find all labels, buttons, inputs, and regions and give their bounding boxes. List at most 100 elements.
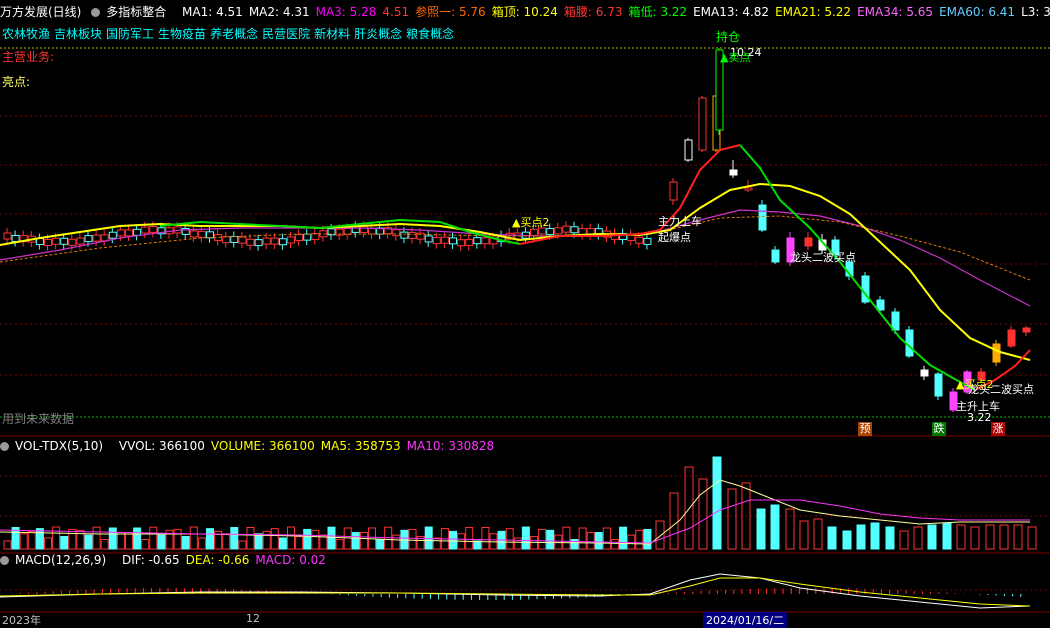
volume-bar bbox=[712, 456, 722, 550]
volume-bar bbox=[602, 527, 611, 550]
axis-year-label: 2023年 bbox=[2, 614, 41, 627]
candle-body bbox=[149, 225, 158, 233]
buy-point-2-text: 买点2 bbox=[520, 216, 550, 229]
axis-date-label[interactable]: 2024/01/16/二 bbox=[703, 612, 788, 628]
volume-bar bbox=[505, 528, 514, 550]
candle-body bbox=[133, 228, 142, 236]
volume-bar bbox=[246, 527, 255, 550]
vol-value-2: MA5: 358753 bbox=[320, 439, 401, 453]
hold-label: 持仓 bbox=[716, 30, 741, 44]
candle-body bbox=[141, 226, 150, 234]
low-price-label: 3.22 bbox=[967, 411, 992, 424]
volume-bar bbox=[311, 529, 320, 550]
candle-body bbox=[270, 237, 279, 245]
volume-bar bbox=[870, 522, 880, 550]
volume-bar bbox=[635, 529, 644, 550]
volume-bar bbox=[189, 526, 198, 550]
candle-body bbox=[359, 225, 368, 233]
dragon-second-wave-label: 龙头二波买点 bbox=[790, 251, 856, 264]
volume-bar bbox=[885, 526, 895, 550]
volume-bar bbox=[408, 528, 417, 550]
volume-bar bbox=[449, 530, 457, 550]
volume-bar bbox=[100, 538, 109, 550]
candle-body bbox=[554, 227, 563, 235]
volume-bar bbox=[108, 527, 117, 550]
volume-bar bbox=[35, 528, 44, 550]
candle-body bbox=[643, 237, 652, 245]
volume-bar bbox=[611, 538, 619, 550]
volume-bar bbox=[3, 540, 12, 550]
axis-month-label: 12 bbox=[246, 612, 260, 625]
volume-bar bbox=[222, 533, 231, 550]
volume-bar bbox=[1027, 526, 1037, 550]
candle-body bbox=[424, 235, 433, 243]
candle-body bbox=[197, 230, 206, 238]
vol-panel-header: VOL-TDX(5,10) VVOL: 366100 VOLUME: 366100… bbox=[0, 438, 506, 454]
candle-body bbox=[1007, 329, 1016, 347]
volume-bar bbox=[827, 526, 837, 550]
volume-bar bbox=[392, 534, 401, 550]
volume-bar bbox=[335, 539, 344, 550]
volume-bar bbox=[473, 540, 482, 550]
main-chart[interactable] bbox=[0, 0, 1050, 621]
candle-body bbox=[449, 237, 457, 245]
macd-panel-name: MACD(12,26,9) bbox=[15, 553, 107, 567]
macd-dif-line bbox=[0, 573, 1031, 609]
volume-bar bbox=[570, 539, 579, 550]
candle-body bbox=[876, 299, 885, 311]
candle-body bbox=[530, 228, 538, 236]
candle-body bbox=[295, 233, 304, 241]
volume-bar bbox=[27, 530, 36, 550]
candle-body bbox=[303, 233, 312, 241]
volume-bar bbox=[554, 534, 563, 550]
volume-bar bbox=[270, 528, 279, 550]
vol-value-3: MA10: 330828 bbox=[406, 439, 495, 453]
volume-bar bbox=[278, 537, 287, 550]
candle-body bbox=[934, 373, 943, 397]
vol-values: VVOL: 366100 VOLUME: 366100 MA5: 358753 MA1… bbox=[119, 439, 500, 453]
macd-value-0: DIF: -0.65 bbox=[121, 553, 180, 567]
candle-body bbox=[262, 237, 271, 245]
volume-bar bbox=[432, 537, 441, 550]
candle-body bbox=[698, 97, 707, 151]
volume-bar bbox=[927, 524, 937, 550]
buy-point-2-label: ▲买点2 bbox=[512, 214, 549, 230]
volume-bar bbox=[538, 528, 547, 550]
volume-bar bbox=[899, 530, 909, 550]
volume-bar bbox=[698, 478, 708, 550]
volume-bar bbox=[956, 524, 966, 550]
volume-bar bbox=[655, 520, 665, 550]
candle-body bbox=[254, 239, 263, 247]
volume-bar bbox=[197, 537, 206, 550]
candle-body bbox=[238, 236, 247, 244]
signal-die: 跌 bbox=[932, 422, 946, 436]
macd-toggle[interactable]: MACD(12,26,9) bbox=[0, 553, 112, 567]
vol-value-1: VOLUME: 366100 bbox=[210, 439, 315, 453]
main-force-label: 主力上车 bbox=[658, 215, 702, 228]
candle-body bbox=[278, 238, 287, 246]
volume-bar bbox=[230, 527, 239, 550]
volume-bar bbox=[756, 508, 766, 550]
volume-bar bbox=[813, 518, 823, 550]
candle-body bbox=[1022, 327, 1031, 333]
candle-body bbox=[11, 234, 20, 242]
volume-bar bbox=[970, 526, 980, 550]
candle-body bbox=[68, 238, 77, 246]
candle-body bbox=[230, 235, 239, 243]
vol-toggle[interactable]: VOL-TDX(5,10) bbox=[0, 439, 109, 453]
volume-bar bbox=[181, 536, 190, 550]
candle-body bbox=[635, 236, 644, 244]
volume-bar bbox=[799, 520, 809, 550]
volume-bar bbox=[669, 492, 679, 550]
candle-body bbox=[920, 369, 929, 377]
candle-body bbox=[684, 139, 693, 161]
candle-body bbox=[992, 343, 1001, 363]
circle-icon bbox=[0, 442, 9, 451]
signal-zhang: 涨 bbox=[991, 422, 1005, 436]
volume-bar bbox=[116, 532, 125, 550]
candle-body bbox=[804, 237, 813, 247]
candle-body bbox=[473, 237, 482, 245]
volume-bar bbox=[287, 526, 295, 550]
macd-panel-header: MACD(12,26,9) DIF: -0.65 DEA: -0.66 MACD: … bbox=[0, 552, 338, 568]
volume-bar bbox=[578, 527, 587, 550]
